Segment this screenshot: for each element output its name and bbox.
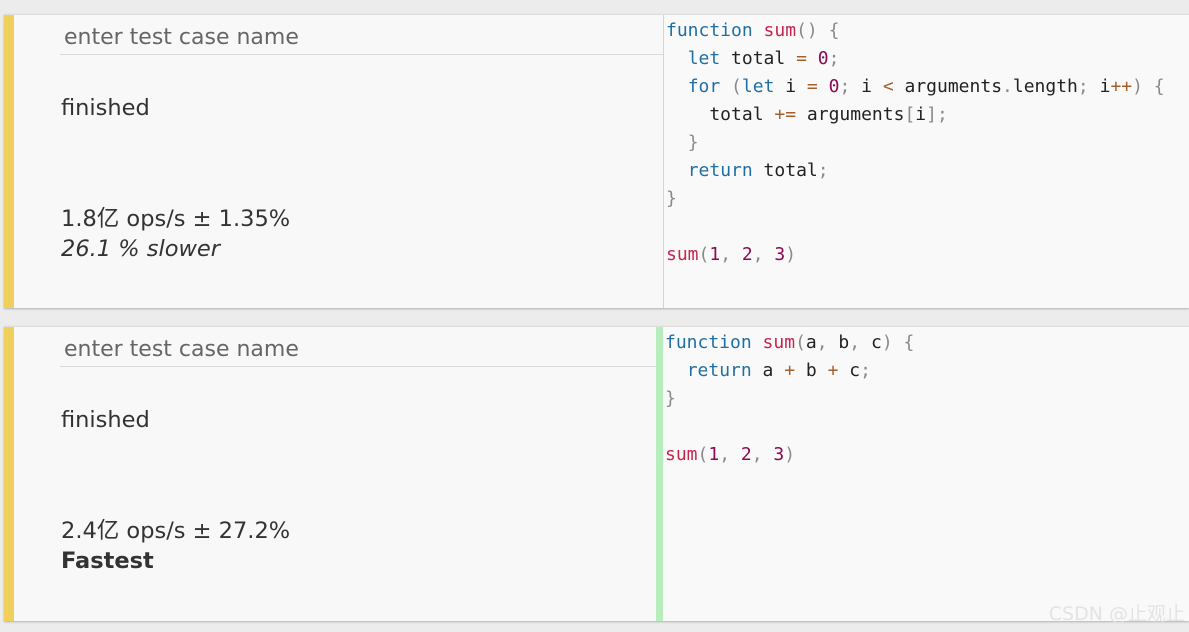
code-line[interactable]: sum(1, 2, 3) <box>664 241 1189 269</box>
code-line[interactable]: } <box>663 385 1189 413</box>
test-case-1-comparison: 26.1 % slower <box>61 236 221 262</box>
code-line[interactable]: function sum(a, b, c) { <box>663 329 1189 357</box>
test-case-1-status: finished <box>61 95 150 121</box>
test-case-1: finished 1.8亿 ops/s ± 1.35% 26.1 % slowe… <box>4 14 1189 308</box>
code-line[interactable]: sum(1, 2, 3) <box>663 441 1189 469</box>
code-line[interactable]: return a + b + c; <box>663 357 1189 385</box>
test-case-2-name-input[interactable] <box>60 332 664 367</box>
test-case-1-accent-bar <box>4 15 14 308</box>
code-line[interactable]: } <box>664 185 1189 213</box>
watermark: CSDN @止观止 <box>1048 603 1185 625</box>
code-line[interactable]: for (let i = 0; i < arguments.length; i+… <box>664 73 1189 101</box>
test-case-1-info-panel: finished 1.8亿 ops/s ± 1.35% 26.1 % slowe… <box>14 15 664 308</box>
code-line[interactable]: total += arguments[i]; <box>664 101 1189 129</box>
code-line[interactable] <box>663 413 1189 441</box>
test-case-2-ops-per-second: 2.4亿 ops/s ± 27.2% <box>61 518 291 544</box>
test-case-2-code[interactable]: function sum(a, b, c) { return a + b + c… <box>663 327 1189 469</box>
test-case-2-comparison: Fastest <box>61 548 154 574</box>
test-case-1-name-input[interactable] <box>60 20 664 55</box>
test-case-2: finished 2.4亿 ops/s ± 27.2% Fastest func… <box>4 326 1189 621</box>
test-case-2-accent-bar <box>4 327 14 621</box>
code-line[interactable]: return total; <box>664 157 1189 185</box>
test-case-1-code[interactable]: function sum() { let total = 0; for (let… <box>664 15 1189 269</box>
test-case-1-ops-per-second: 1.8亿 ops/s ± 1.35% <box>61 206 291 232</box>
test-case-2-code-editor[interactable]: function sum(a, b, c) { return a + b + c… <box>663 327 1189 621</box>
code-line[interactable] <box>664 213 1189 241</box>
code-line[interactable]: let total = 0; <box>664 45 1189 73</box>
code-line[interactable]: } <box>664 129 1189 157</box>
test-case-2-editor-divider <box>656 327 663 621</box>
code-line[interactable]: function sum() { <box>664 17 1189 45</box>
test-case-2-status: finished <box>61 407 150 433</box>
test-case-1-code-editor[interactable]: function sum() { let total = 0; for (let… <box>664 15 1189 308</box>
test-case-2-info-panel: finished 2.4亿 ops/s ± 27.2% Fastest <box>14 327 664 621</box>
